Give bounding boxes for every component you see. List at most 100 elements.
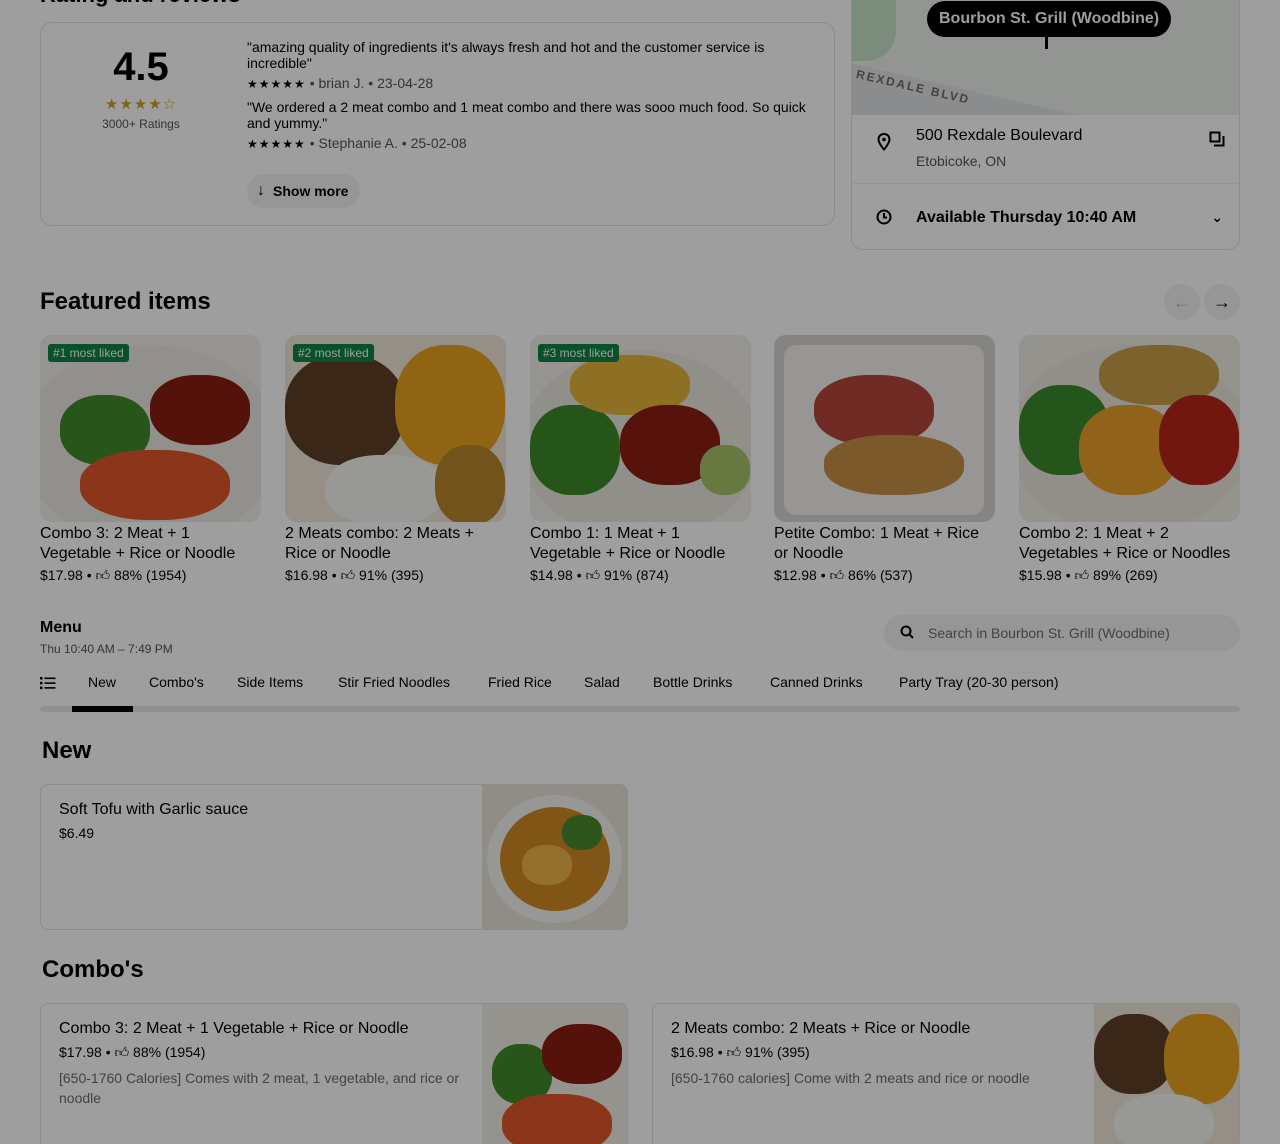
thumbs-up-icon: 👍︎ [585, 567, 601, 583]
price: $17.98 [40, 567, 83, 583]
list-icon[interactable] [40, 676, 56, 695]
review-text: "We ordered a 2 meat combo and 1 meat co… [247, 99, 806, 131]
menu-search[interactable] [884, 615, 1240, 651]
tab-fried-rice[interactable]: Fried Rice [488, 674, 552, 690]
tab-stir-fried-noodles[interactable]: Stir Fried Noodles [338, 674, 450, 690]
thumbs-up-icon: 👍︎ [726, 1044, 742, 1060]
clock-icon [876, 209, 892, 230]
arrow-left-icon: ← [1173, 291, 1191, 312]
ratings-heading: Rating and reviews [40, 0, 241, 8]
thumbs-up-icon: 👍︎ [95, 567, 111, 583]
address-line2: Etobicoke, ON [916, 153, 1007, 169]
like-rating: 91% (874) [604, 567, 669, 583]
carousel-prev-button[interactable]: ← [1164, 284, 1200, 320]
featured-item-meta: $15.98 • 👍︎ 89% (269) [1019, 567, 1158, 583]
menu-tabs: New Combo's Side Items Stir Fried Noodle… [40, 666, 1240, 712]
price: $12.98 [774, 567, 817, 583]
menu-item-description: [650-1760 calories] Come with 2 meats an… [671, 1070, 1030, 1086]
ratings-card: 4.5 ★★★★☆ 3000+ Ratings "amazing quality… [40, 22, 835, 226]
review-stars-icon: ★★★★★ [247, 77, 306, 91]
separator: • [401, 135, 411, 151]
score-block: 4.5 ★★★★☆ 3000+ Ratings [81, 43, 201, 131]
tab-side-items[interactable]: Side Items [237, 674, 303, 690]
tab-new[interactable]: New [88, 674, 116, 690]
review-date: 23-04-28 [377, 75, 434, 91]
review-author: brian J. [318, 75, 365, 91]
menu-item-image [1094, 1004, 1239, 1144]
separator: • [368, 75, 378, 91]
menu-item-card[interactable]: 2 Meats combo: 2 Meats + Rice or Noodle … [652, 1003, 1240, 1144]
address-line1: 500 Rexdale Boulevard [916, 127, 1083, 144]
review-item: "amazing quality of ingredients it's alw… [247, 39, 807, 91]
featured-item-meta: $17.98 • 👍︎ 88% (1954) [40, 567, 187, 583]
search-icon [900, 625, 914, 642]
price: $15.98 [1019, 567, 1062, 583]
price: $16.98 [285, 567, 328, 583]
review-meta: ★★★★★ • brian J. • 23-04-28 [247, 75, 807, 91]
featured-item[interactable]: Combo 2: 1 Meat + 2 Vegetables + Rice or… [1019, 335, 1240, 584]
price: $14.98 [530, 567, 573, 583]
search-input[interactable] [928, 625, 1228, 641]
featured-item-name: Combo 3: 2 Meat + 1 Vegetable + Rice or … [40, 525, 236, 562]
menu-item-price: $16.98 [671, 1044, 714, 1060]
location-card: REXDALE BLVD Bourbon St. Grill (Woodbine… [851, 0, 1240, 250]
store-map[interactable]: REXDALE BLVD Bourbon St. Grill (Woodbine… [852, 0, 1239, 115]
arrow-down-icon: ↓ [257, 182, 265, 199]
tab-bottle-drinks[interactable]: Bottle Drinks [653, 674, 732, 690]
menu-item-card[interactable]: Soft Tofu with Garlic sauce $6.49 [40, 784, 628, 930]
featured-item[interactable]: #1 most liked Combo 3: 2 Meat + 1 Vegeta… [40, 335, 261, 584]
tab-combos[interactable]: Combo's [149, 674, 204, 690]
most-liked-badge: #2 most liked [293, 344, 374, 362]
copy-icon[interactable] [1209, 131, 1225, 152]
store-page: Rating and reviews 4.5 ★★★★☆ 3000+ Ratin… [0, 0, 1280, 1144]
like-rating: 86% (537) [848, 567, 913, 583]
featured-item-image [774, 335, 995, 522]
arrow-right-icon: → [1213, 291, 1231, 312]
featured-item-image: #1 most liked [40, 335, 261, 522]
menu-item-name: 2 Meats combo: 2 Meats + Rice or Noodle [671, 1020, 971, 1037]
section-heading-new: New [42, 737, 92, 764]
menu-title: Menu [40, 619, 82, 636]
show-more-button[interactable]: ↓ Show more [247, 174, 361, 208]
address-text: 500 Rexdale Boulevard Etobicoke, ON [916, 127, 1082, 169]
tab-active-indicator [72, 706, 133, 712]
carousel-next-button[interactable]: → [1204, 284, 1240, 320]
tab-salad[interactable]: Salad [584, 674, 620, 690]
rating-stars-icon: ★★★★☆ [104, 96, 178, 113]
map-park [852, 0, 896, 61]
thumbs-up-icon: 👍︎ [1074, 567, 1090, 583]
featured-item-image [1019, 335, 1240, 522]
menu-item-price: $17.98 [59, 1044, 102, 1060]
menu-hours: Thu 10:40 AM – 7:49 PM [40, 642, 173, 656]
menu-item-name: Soft Tofu with Garlic sauce [59, 801, 249, 818]
thumbs-up-icon: 👍︎ [340, 567, 356, 583]
featured-item[interactable]: #3 most liked Combo 1: 1 Meat + 1 Vegeta… [530, 335, 751, 584]
tab-canned-drinks[interactable]: Canned Drinks [770, 674, 863, 690]
most-liked-badge: #3 most liked [538, 344, 619, 362]
rating-count: 3000+ Ratings [102, 117, 180, 131]
menu-item-card[interactable]: Combo 3: 2 Meat + 1 Vegetable + Rice or … [40, 1003, 628, 1144]
chevron-down-icon[interactable]: ⌄ [1211, 209, 1223, 226]
featured-item[interactable]: Petite Combo: 1 Meat + Rice or Noodle $1… [774, 335, 995, 584]
menu-item-name: Combo 3: 2 Meat + 1 Vegetable + Rice or … [59, 1020, 409, 1037]
section-heading-combos: Combo's [42, 956, 144, 983]
tab-party-tray[interactable]: Party Tray (20-30 person) [899, 674, 1059, 690]
rating-score: 4.5 [113, 45, 169, 89]
featured-item[interactable]: #2 most liked 2 Meats combo: 2 Meats + R… [285, 335, 506, 584]
availability-text: Available Thursday 10:40 AM [916, 209, 1137, 226]
featured-item-name: 2 Meats combo: 2 Meats + Rice or Noodle [285, 525, 474, 562]
review-date: 25-02-08 [410, 135, 467, 151]
like-rating: 91% (395) [745, 1044, 810, 1060]
most-liked-badge: #1 most liked [48, 344, 129, 362]
like-rating: 89% (269) [1093, 567, 1158, 583]
divider [852, 183, 1239, 184]
featured-item-meta: $16.98 • 👍︎ 91% (395) [285, 567, 424, 583]
featured-item-name: Combo 1: 1 Meat + 1 Vegetable + Rice or … [530, 525, 726, 562]
thumbs-up-icon: 👍︎ [114, 1044, 130, 1060]
thumbs-up-icon: 👍︎ [829, 567, 845, 583]
featured-item-image: #2 most liked [285, 335, 506, 522]
review-item: "We ordered a 2 meat combo and 1 meat co… [247, 99, 807, 151]
menu-item-meta: $17.98 • 👍︎ 88% (1954) [59, 1044, 206, 1060]
featured-heading: Featured items [40, 288, 211, 315]
location-pin-icon [876, 132, 892, 156]
